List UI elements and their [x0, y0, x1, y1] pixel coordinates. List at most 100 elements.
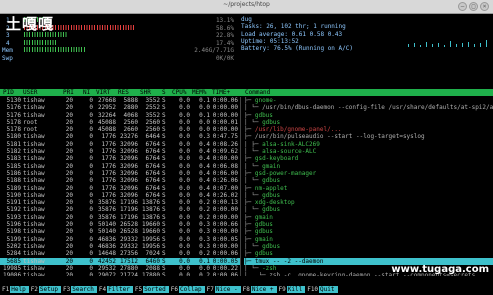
- cell-ni: 0: [89, 118, 93, 126]
- cell-shr: 6764: [145, 162, 160, 170]
- fkey-label: Nice +: [250, 286, 277, 293]
- column-header-mem[interactable]: MEM%: [192, 89, 206, 96]
- tree-row[interactable]: ├─ /usr/bin/pulseaudio --start --log-tar…: [244, 133, 493, 140]
- table-row[interactable]: 5198 tishaw 20 0 50140 26528 19660 S 0.0 0.3 0:00.…: [0, 228, 240, 235]
- tree-row[interactable]: │ └─ gdbus: [244, 243, 493, 250]
- column-header-pri[interactable]: PRI: [63, 89, 74, 96]
- tree-row[interactable]: │ └─ /usr/bin/dbus-daemon --config-file …: [244, 104, 493, 111]
- table-row[interactable]: 5193 tishaw 20 0 35876 17196 13876 S 0.0 0.2 0:00.…: [0, 214, 240, 221]
- fkey-sorted[interactable]: F5 Sorted: [133, 286, 169, 294]
- tree-row[interactable]: ├─ gdbus: [244, 250, 493, 257]
- cell-virt: 45088: [97, 126, 116, 134]
- column-header-virt[interactable]: VIRT: [96, 89, 110, 96]
- table-row[interactable]: 5178 root 20 0 45088 2660 2560 S 0.0 0.0 0:00.00: [0, 126, 240, 133]
- fkey-search[interactable]: F3 Search: [61, 286, 97, 294]
- tree-row[interactable]: │ ├─ alsa-sink-ALC269: [244, 141, 493, 148]
- tree-row[interactable]: ├─ gmain: [244, 236, 493, 243]
- column-header-user[interactable]: USER: [23, 89, 37, 96]
- fkey-help[interactable]: F1 Help: [0, 286, 29, 294]
- column-header-res[interactable]: RES: [118, 89, 129, 96]
- table-row[interactable]: 5186 tishaw 20 0 1776 32096 6764 S 0.0 0.4 0:06.00: [0, 170, 240, 177]
- cell-cpu: 0.0: [179, 155, 190, 163]
- fkey-number: F8: [242, 286, 250, 293]
- cell-res: 27880: [119, 264, 138, 272]
- tree-row[interactable]: ├─ gsd-power-manager: [244, 170, 493, 177]
- meter-label: Swp: [2, 54, 13, 62]
- table-row[interactable]: 5189 tishaw 20 0 1776 32096 6764 S 0.0 0.4 0:07.00: [0, 185, 240, 192]
- tree-row[interactable]: │ └─ gdbus: [244, 177, 493, 184]
- table-row[interactable]: 5178 root 20 0 45088 2560 2560 S 0.0 0.0 0:00.01: [0, 119, 240, 126]
- fkey-nice[interactable]: F8 Nice +: [241, 286, 277, 294]
- column-header-time[interactable]: TIME+: [212, 89, 230, 96]
- maximize-button[interactable]: □: [469, 2, 478, 11]
- fkey-number: F6: [170, 286, 178, 293]
- cell-ni: 0: [89, 221, 93, 229]
- fkey-kill[interactable]: F9 Kill: [277, 286, 306, 294]
- column-header-pid[interactable]: PID: [3, 89, 14, 96]
- table-row[interactable]: 5196 tishaw 20 0 50140 26528 19660 S 0.0 0.3 0:00.…: [0, 221, 240, 228]
- tree-row[interactable]: ├─ nm-applet: [244, 185, 493, 192]
- cell-pri: 20: [65, 148, 73, 156]
- tree-row[interactable]: ├─ gnome-: [244, 97, 493, 104]
- table-row[interactable]: 5183 tishaw 20 0 1776 32096 6764 S 0.0 0.4 0:00.00: [0, 155, 240, 162]
- tree-row[interactable]: │ └─ gmain: [244, 163, 493, 170]
- cell-cpu: 0.0: [179, 199, 190, 207]
- minimize-button[interactable]: –: [458, 2, 467, 11]
- table-row[interactable]: 5176 tishaw 20 0 32264 4068 3552 S 0.0 0.1 0:00.00: [0, 112, 240, 119]
- cell-ni: 0: [89, 169, 93, 177]
- tree-row[interactable]: │ └─ gdbus: [244, 206, 493, 213]
- tree-row[interactable]: ├─ xdg-desktop: [244, 199, 493, 206]
- tree-row[interactable]: │ └─ gdbus: [244, 119, 493, 126]
- cell-cpu: 0.0: [179, 104, 190, 112]
- cell-pid: 5185: [6, 162, 21, 170]
- column-header-s[interactable]: S: [162, 89, 166, 96]
- cell-user: tishaw: [23, 133, 45, 141]
- table-row[interactable]: 5284 tishaw 20 0 14648 27356 7024 S 0.0 0.2 0:00.0…: [0, 250, 240, 257]
- table-row[interactable]: 5190 tishaw 20 0 1776 32096 6764 S 0.0 0.4 0:26.02: [0, 192, 240, 199]
- table-row[interactable]: 5130 tishaw 20 0 27668 5888 3552 S 0.0 0.1 0:00.06: [0, 97, 240, 104]
- cell-ni: 0: [89, 140, 93, 148]
- cell-user: tishaw: [23, 264, 45, 272]
- tree-row[interactable]: ├─ gmain: [244, 214, 493, 221]
- column-header-cpu[interactable]: CPU%: [172, 89, 186, 96]
- cell-pid: 5284: [6, 250, 21, 258]
- cell-user: tishaw: [23, 111, 45, 119]
- table-row[interactable]: 5176 tishaw 20 0 22952 2880 2552 S 0.0 0.0 0:00.00: [0, 104, 240, 111]
- cell-user: tishaw: [23, 221, 45, 229]
- cell-res: 32096: [119, 148, 138, 156]
- table-row[interactable]: 19985 tishaw 20 0 29532 27880 2088 S 0.0 0.0 0:00.…: [0, 265, 240, 272]
- table-row[interactable]: 5181 tishaw 20 0 1776 32096 6764 S 0.0 0.4 0:08.26: [0, 141, 240, 148]
- cell-s: S: [162, 250, 166, 258]
- table-row[interactable]: 5199 tishaw 20 0 46836 29332 19956 S 0.0 0.3 0:00.…: [0, 236, 240, 243]
- fkey-nice[interactable]: F7 Nice -: [205, 286, 241, 294]
- terminal[interactable]: 1 13.1% 2 58.6% 3 22.8% 4 17.4% Mem 2.46G/7.71G Sw…: [0, 14, 493, 287]
- table-row[interactable]: 5191 tishaw 20 0 35876 17196 13876 S 0.0 0.2 0:00.…: [0, 199, 240, 206]
- tree-row[interactable]: ├─ gdbus: [244, 221, 493, 228]
- table-row[interactable]: 5182 tishaw 20 0 1776 32096 6764 S 0.0 0.4 0:09.62: [0, 148, 240, 155]
- tree-row[interactable]: ├─ /usr/lib/gnome-panel/...: [244, 126, 493, 133]
- tree-row[interactable]: ├─ gdbus: [244, 112, 493, 119]
- table-row[interactable]: 5188 tishaw 20 0 1776 32096 6764 S 0.0 0.4 0:26.06: [0, 177, 240, 184]
- column-header-shr[interactable]: SHR: [140, 89, 151, 96]
- column-header-ni[interactable]: NI: [83, 89, 90, 96]
- fkey-filter[interactable]: F4 Filter: [97, 286, 133, 294]
- table-row[interactable]: 5192 tishaw 20 0 35876 17196 13876 S 0.0 0.2 0:00.…: [0, 206, 240, 213]
- table-row[interactable]: 5202 tishaw 20 0 46836 29332 19956 S 0.0 0.3 0:00.…: [0, 243, 240, 250]
- column-header-command[interactable]: Command: [245, 89, 270, 96]
- cell-time: 0:00.13: [212, 199, 238, 207]
- tree-row[interactable]: │ └─ gdbus: [244, 192, 493, 199]
- fkey-quit[interactable]: F10 Quit: [305, 286, 338, 294]
- graph-sparkline: [408, 40, 487, 47]
- cell-s: S: [162, 235, 166, 243]
- fkey-setup[interactable]: F2 Setup: [29, 286, 61, 294]
- table-row[interactable]: 5185 tishaw 20 0 1776 32096 6764 S 0.0 0.4 0:06.08: [0, 163, 240, 170]
- tree-row[interactable]: ├─ gdbus: [244, 228, 493, 235]
- table-row[interactable]: 5180 tishaw 20 0 1776 23276 6464 S 0.0 0.3 0:47.75: [0, 133, 240, 140]
- cell-s: S: [162, 118, 166, 126]
- fkey-collap[interactable]: F6 Collap: [169, 286, 205, 294]
- close-button[interactable]: ×: [480, 2, 489, 11]
- table-row[interactable]: 5685 tishaw 20 0 42452 17512 6460 S 0.0 0.1 0:00.0…: [0, 257, 240, 265]
- tree-row[interactable]: │ └─ alsa-source-ALC: [244, 148, 493, 155]
- cell-mem: 0.2: [199, 206, 210, 214]
- tree-row[interactable]: ├─ gsd-keyboard: [244, 155, 493, 162]
